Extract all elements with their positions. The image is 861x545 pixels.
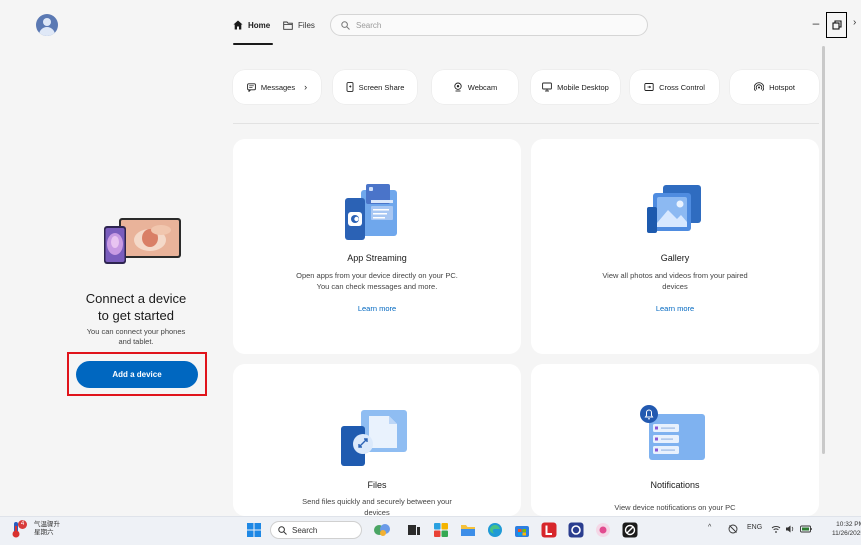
monitor-icon <box>542 82 552 92</box>
card-app-streaming-learn-more[interactable]: Learn more <box>233 304 521 313</box>
cross-control-icon <box>644 83 654 91</box>
volume-icon[interactable] <box>785 524 795 534</box>
card-notifications[interactable]: Notifications View device notifications … <box>531 364 819 516</box>
battery-icon[interactable] <box>800 524 812 534</box>
quick-action-webcam-label: Webcam <box>467 82 498 92</box>
search-input[interactable] <box>356 20 636 30</box>
chevron-right-icon[interactable]: › <box>853 14 856 32</box>
taskbar-search[interactable]: Search <box>270 521 362 539</box>
devices-illustration <box>104 218 181 264</box>
connect-title-line1: Connect a device <box>85 291 187 306</box>
quick-action-mobile-desktop[interactable]: Mobile Desktop <box>531 70 620 104</box>
connect-subtitle-line2: and tablet. <box>118 337 154 346</box>
taskbar-search-label: Search <box>292 525 318 535</box>
card-app-streaming-title: App Streaming <box>347 253 407 263</box>
card-notifications-title: Notifications <box>650 480 700 490</box>
gallery-icon <box>647 185 701 233</box>
widgets-icon[interactable] <box>432 521 450 539</box>
search-icon <box>278 525 287 535</box>
taskbar-clock[interactable]: 10:32 PM 11/26/2025 <box>820 520 861 538</box>
wifi-icon[interactable] <box>771 524 781 534</box>
quick-action-mobile-desktop-label: Mobile Desktop <box>557 82 609 92</box>
weather-widget[interactable]: 4 气温骤升 星期六 <box>8 520 60 538</box>
weather-line1: 气温骤升 <box>34 521 60 528</box>
card-gallery-learn-more[interactable]: Learn more <box>531 304 819 313</box>
tab-home[interactable]: Home <box>233 16 270 34</box>
copilot-icon[interactable] <box>373 521 391 539</box>
quick-action-screen-share-label: Screen Share <box>358 82 405 92</box>
connect-subtitle-line1: You can connect your phones <box>86 327 186 336</box>
app-blue-icon[interactable] <box>567 521 585 539</box>
card-files-desc: Send files quickly and securely between … <box>253 496 501 518</box>
card-files[interactable]: Files Send files quickly and securely be… <box>233 364 521 518</box>
language-indicator[interactable]: ENG <box>747 524 762 531</box>
card-app-streaming[interactable]: App Streaming Open apps from your device… <box>233 139 521 354</box>
app-streaming-icon <box>345 184 397 240</box>
minimize-button[interactable]: – <box>809 14 823 32</box>
hotspot-icon <box>754 82 765 92</box>
quick-action-messages[interactable]: Messages › <box>233 70 321 104</box>
notification-off-icon[interactable] <box>728 524 738 534</box>
restore-button[interactable] <box>826 12 847 38</box>
card-gallery[interactable]: Gallery View all photos and videos from … <box>531 139 819 354</box>
card-files-desc-line1: Send files quickly and securely between … <box>302 497 452 506</box>
file-explorer-icon[interactable] <box>459 521 477 539</box>
connect-subtitle: You can connect your phones and tablet. <box>66 327 206 347</box>
active-tab-indicator <box>233 43 273 45</box>
card-gallery-desc-line1: View all photos and videos from your pai… <box>602 271 748 280</box>
card-app-streaming-desc: Open apps from your device directly on y… <box>253 270 501 292</box>
screen-share-icon <box>346 82 354 92</box>
task-view-icon[interactable] <box>405 521 423 539</box>
quick-action-webcam[interactable]: Webcam <box>432 70 518 104</box>
card-app-streaming-desc-line1: Open apps from your device directly on y… <box>296 271 458 280</box>
clock-time: 10:32 PM <box>836 521 861 528</box>
weather-icon: 4 <box>8 520 30 538</box>
quick-action-messages-label: Messages <box>260 82 296 92</box>
webcam-icon <box>454 82 462 92</box>
message-icon <box>247 82 256 92</box>
tab-files-label: Files <box>298 20 315 30</box>
app-pink-icon[interactable] <box>594 521 612 539</box>
windows-start-icon[interactable] <box>247 523 261 537</box>
user-avatar[interactable] <box>36 14 58 36</box>
card-app-streaming-desc-line2: You can check messages and more. <box>316 282 438 291</box>
connect-title-line2: to get started <box>98 308 174 323</box>
clock-date: 11/26/2025 <box>831 530 861 537</box>
search-icon <box>341 20 350 30</box>
weather-badge: 4 <box>18 520 27 529</box>
card-notifications-desc-line1: View device notifications on your PC <box>614 503 736 512</box>
tray-overflow-icon[interactable]: ^ <box>708 524 711 531</box>
notifications-icon <box>640 405 705 460</box>
edge-icon[interactable] <box>486 521 504 539</box>
add-device-button[interactable]: Add a device <box>76 361 198 388</box>
quick-action-cross-control[interactable]: Cross Control <box>630 70 719 104</box>
store-icon[interactable] <box>513 521 531 539</box>
weather-line2: 星期六 <box>34 529 54 536</box>
tab-home-label: Home <box>248 20 271 30</box>
home-icon <box>233 20 243 30</box>
card-gallery-desc: View all photos and videos from your pai… <box>551 270 799 292</box>
section-divider <box>233 123 819 124</box>
tab-files[interactable]: Files <box>283 16 315 34</box>
quick-action-screen-share[interactable]: Screen Share <box>333 70 417 104</box>
quick-action-hotspot[interactable]: Hotspot <box>730 70 819 104</box>
card-notifications-desc: View device notifications on your PC <box>551 502 799 513</box>
restore-icon <box>831 20 842 30</box>
card-files-title: Files <box>367 480 387 490</box>
quick-action-hotspot-label: Hotspot <box>769 82 795 92</box>
chevron-right-icon: › <box>304 82 308 92</box>
files-transfer-icon <box>341 410 407 466</box>
card-gallery-desc-line2: devices <box>662 282 688 291</box>
scrollbar[interactable] <box>822 46 825 454</box>
connect-title: Connect a device to get started <box>66 290 206 324</box>
app-red-l-icon[interactable] <box>540 521 558 539</box>
search-box[interactable] <box>330 14 648 36</box>
quick-action-cross-control-label: Cross Control <box>659 82 705 92</box>
app-dark-icon[interactable] <box>621 521 639 539</box>
folder-icon <box>283 21 293 30</box>
card-gallery-title: Gallery <box>660 253 690 263</box>
